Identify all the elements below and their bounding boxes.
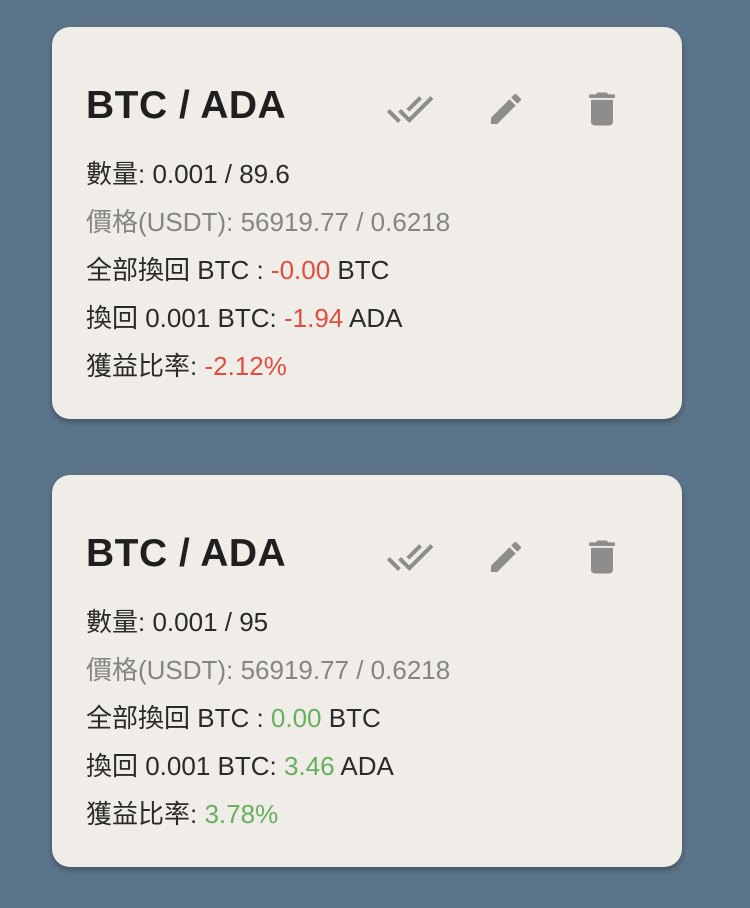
quantity-value: 0.001 / 89.6 bbox=[152, 159, 290, 189]
profit-ratio-value: 3.78% bbox=[204, 799, 279, 829]
redeem-all-row: 全部換回 BTC : 0.00 BTC bbox=[86, 702, 381, 734]
quantity-label: 數量: bbox=[86, 607, 146, 637]
card-title: BTC / ADA bbox=[86, 532, 287, 575]
quantity-label: 數量: bbox=[86, 159, 146, 189]
redeem-all-label: 全部換回 BTC : bbox=[86, 255, 264, 285]
edit-button[interactable] bbox=[478, 81, 534, 137]
trash-icon bbox=[580, 535, 624, 579]
redeem-row: 換回 0.001 BTC: 3.46 ADA bbox=[86, 750, 394, 782]
trade-card: BTC / ADA 數量: 0.001 / 89.6 價格(USDT): 569… bbox=[52, 27, 682, 419]
check-all-icon bbox=[386, 533, 434, 581]
price-row: 價格(USDT): 56919.77 / 0.6218 bbox=[86, 654, 450, 686]
profit-ratio-value: -2.12% bbox=[204, 351, 287, 381]
redeem-all-label: 全部換回 BTC : bbox=[86, 703, 264, 733]
quantity-value: 0.001 / 95 bbox=[152, 607, 269, 637]
pencil-icon bbox=[486, 89, 526, 129]
price-label: 價格(USDT): bbox=[86, 655, 234, 685]
quantity-row: 數量: 0.001 / 89.6 bbox=[86, 158, 290, 190]
redeem-all-value: -0.00 bbox=[270, 255, 331, 285]
redeem-all-value: 0.00 bbox=[270, 703, 322, 733]
profit-ratio-row: 獲益比率: 3.78% bbox=[86, 798, 278, 830]
card-title: BTC / ADA bbox=[86, 84, 287, 127]
profit-ratio-label: 獲益比率: bbox=[86, 351, 198, 381]
redeem-label: 換回 0.001 BTC: bbox=[86, 303, 277, 333]
price-value: 56919.77 / 0.6218 bbox=[240, 207, 451, 237]
delete-button[interactable] bbox=[574, 81, 630, 137]
redeem-all-unit: BTC bbox=[328, 703, 381, 733]
trade-card: BTC / ADA 數量: 0.001 / 95 價格(USDT): 56919… bbox=[52, 475, 682, 867]
quantity-row: 數量: 0.001 / 95 bbox=[86, 606, 268, 638]
check-all-icon bbox=[386, 85, 434, 133]
redeem-label: 換回 0.001 BTC: bbox=[86, 751, 277, 781]
profit-ratio-row: 獲益比率: -2.12% bbox=[86, 350, 287, 382]
redeem-unit: ADA bbox=[340, 751, 394, 781]
pencil-icon bbox=[486, 537, 526, 577]
redeem-all-unit: BTC bbox=[337, 255, 390, 285]
redeem-value: 3.46 bbox=[283, 751, 335, 781]
redeem-value: -1.94 bbox=[283, 303, 344, 333]
redeem-row: 換回 0.001 BTC: -1.94 ADA bbox=[86, 302, 403, 334]
confirm-button[interactable] bbox=[382, 529, 438, 585]
price-value: 56919.77 / 0.6218 bbox=[240, 655, 451, 685]
redeem-unit: ADA bbox=[349, 303, 403, 333]
confirm-button[interactable] bbox=[382, 81, 438, 137]
delete-button[interactable] bbox=[574, 529, 630, 585]
price-row: 價格(USDT): 56919.77 / 0.6218 bbox=[86, 206, 450, 238]
trash-icon bbox=[580, 87, 624, 131]
redeem-all-row: 全部換回 BTC : -0.00 BTC bbox=[86, 254, 389, 286]
edit-button[interactable] bbox=[478, 529, 534, 585]
price-label: 價格(USDT): bbox=[86, 207, 234, 237]
profit-ratio-label: 獲益比率: bbox=[86, 799, 198, 829]
